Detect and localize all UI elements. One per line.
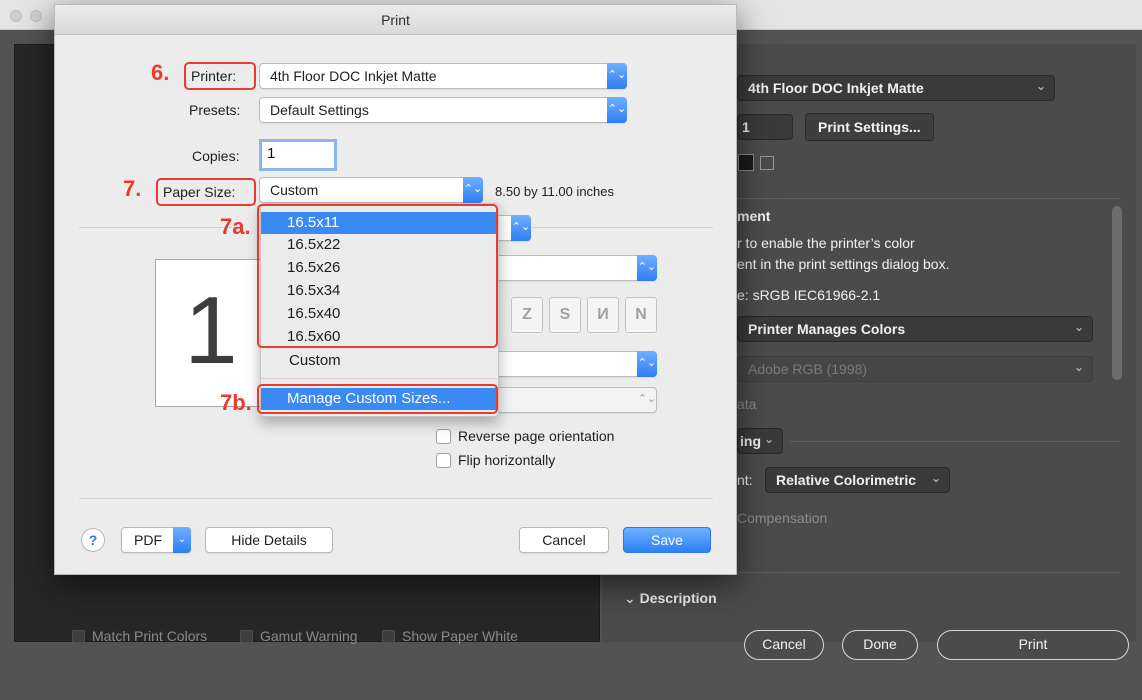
hide-details-button[interactable]: Hide Details bbox=[205, 527, 333, 553]
print-dialog: Print 6. Printer: 4th Floor DOC Inkjet M… bbox=[54, 4, 737, 575]
save-button[interactable]: Save bbox=[623, 527, 711, 553]
printer-label: Printer: bbox=[191, 68, 237, 84]
chevron-updown-icon: ⌃⌄ bbox=[607, 63, 627, 89]
match-print-colors-label: Match Print Colors bbox=[92, 628, 208, 644]
chevron-down-icon: ⌄ bbox=[1035, 79, 1046, 93]
hidden-popup-2[interactable]: ⌃⌄ bbox=[495, 255, 657, 281]
annotation-step-7b: 7b. bbox=[220, 390, 252, 415]
chevron-updown-icon: ⌃⌄ bbox=[511, 215, 531, 241]
chevron-down-icon: ⌄ bbox=[624, 590, 636, 606]
page-number: 1 bbox=[184, 277, 238, 384]
paper-size-dimensions: 8.50 by 11.00 inches bbox=[495, 184, 615, 199]
layout-direction-z-icon[interactable]: Z bbox=[511, 297, 543, 333]
rendering-intent-label: nt: bbox=[737, 472, 753, 488]
chevron-down-icon: ⌄ bbox=[1073, 320, 1084, 334]
proof-setup-select[interactable]: ing ⌄ bbox=[737, 428, 783, 454]
reverse-orientation-checkbox[interactable] bbox=[436, 429, 451, 444]
print-settings-button[interactable]: Print Settings... bbox=[805, 113, 934, 141]
cancel-button[interactable]: Cancel bbox=[519, 527, 609, 553]
black-point-compensation-label: Compensation bbox=[737, 510, 828, 526]
hidden-popup-1[interactable]: ⌃⌄ bbox=[495, 215, 531, 241]
flip-horizontally-checkbox[interactable] bbox=[436, 453, 451, 468]
show-paper-white-label: Show Paper White bbox=[402, 628, 518, 644]
landscape-orientation-icon[interactable] bbox=[760, 156, 774, 170]
paper-size-select[interactable]: Custom ⌃⌄ bbox=[259, 177, 483, 203]
layout-direction-n-reverse-icon[interactable]: И bbox=[587, 297, 619, 333]
pdf-menu-button[interactable]: PDF ⌄ bbox=[121, 527, 191, 553]
done-button[interactable]: Done bbox=[842, 630, 918, 660]
match-print-colors-checkbox[interactable] bbox=[72, 630, 85, 643]
printer-select[interactable]: 4th Floor DOC Inkjet Matte ⌃⌄ bbox=[259, 63, 627, 89]
copies-label: Copies: bbox=[192, 148, 240, 164]
minimize-window-icon[interactable] bbox=[30, 10, 42, 22]
hidden-popup-3[interactable]: ⌃⌄ bbox=[495, 351, 657, 377]
divider bbox=[790, 441, 1120, 442]
layout-direction-s-icon[interactable]: S bbox=[549, 297, 581, 333]
layout-direction-n-icon[interactable]: N bbox=[625, 297, 657, 333]
bg-printer-select[interactable]: 4th Floor DOC Inkjet Matte ⌄ bbox=[737, 75, 1055, 101]
annotation-step-7a: 7a. bbox=[220, 214, 251, 239]
show-paper-white-checkbox[interactable] bbox=[382, 630, 395, 643]
flip-horizontally-label: Flip horizontally bbox=[458, 452, 556, 468]
portrait-orientation-icon[interactable] bbox=[738, 154, 754, 171]
color-notice-line2: ent in the print settings dialog box. bbox=[737, 256, 950, 272]
chevron-down-icon: ⌄ bbox=[1073, 360, 1084, 374]
color-management-heading: ment bbox=[737, 208, 771, 224]
paper-size-label: Paper Size: bbox=[163, 184, 236, 200]
annotation-box-paper-presets bbox=[257, 204, 498, 348]
gamut-warning-label: Gamut Warning bbox=[260, 628, 358, 644]
document-profile: e: sRGB IEC61966-2.1 bbox=[737, 287, 881, 303]
rendering-intent-select[interactable]: Relative Colorimetric ⌄ bbox=[765, 467, 950, 493]
dialog-title: Print bbox=[55, 5, 736, 35]
chevron-updown-icon: ⌃⌄ bbox=[637, 393, 657, 405]
copies-input[interactable]: 1 bbox=[259, 139, 337, 171]
chevron-down-icon: ⌄ bbox=[173, 527, 191, 553]
printer-profile-select: Adobe RGB (1998) ⌄ bbox=[737, 356, 1093, 382]
chevron-down-icon: ⌄ bbox=[763, 432, 774, 446]
presets-select[interactable]: Default Settings ⌃⌄ bbox=[259, 97, 627, 123]
divider bbox=[533, 227, 713, 228]
paper-size-option-custom[interactable]: Custom bbox=[261, 350, 498, 372]
divider bbox=[79, 498, 713, 499]
bg-cancel-button[interactable]: Cancel bbox=[744, 630, 824, 660]
annotation-box-manage-custom-sizes bbox=[257, 384, 498, 414]
chevron-updown-icon: ⌃⌄ bbox=[607, 97, 627, 123]
chevron-updown-icon: ⌃⌄ bbox=[637, 351, 657, 377]
close-window-icon[interactable] bbox=[10, 10, 22, 22]
print-button[interactable]: Print bbox=[937, 630, 1129, 660]
panel-scrollbar[interactable] bbox=[1112, 206, 1122, 380]
send-data-label: ata bbox=[737, 396, 757, 412]
chevron-down-icon: ⌄ bbox=[930, 471, 941, 485]
reverse-orientation-label: Reverse page orientation bbox=[458, 428, 615, 444]
color-handling-select[interactable]: Printer Manages Colors ⌄ bbox=[737, 316, 1093, 342]
gamut-warning-checkbox[interactable] bbox=[240, 630, 253, 643]
chevron-updown-icon: ⌃⌄ bbox=[463, 177, 483, 203]
chevron-updown-icon: ⌃⌄ bbox=[637, 255, 657, 281]
description-section[interactable]: ⌄ Description bbox=[624, 590, 717, 607]
menu-separator bbox=[261, 378, 498, 379]
hidden-popup-4: ⌃⌄ bbox=[495, 387, 657, 413]
page-preview: 1 bbox=[155, 259, 267, 407]
color-notice-line1: r to enable the printer’s color bbox=[737, 235, 915, 251]
annotation-step-6: 6. bbox=[151, 60, 170, 85]
annotation-step-7: 7. bbox=[123, 176, 142, 201]
divider bbox=[79, 227, 239, 228]
help-button[interactable]: ? bbox=[81, 528, 105, 552]
presets-label: Presets: bbox=[189, 102, 241, 118]
bg-copies-field[interactable]: 1 bbox=[737, 114, 793, 140]
